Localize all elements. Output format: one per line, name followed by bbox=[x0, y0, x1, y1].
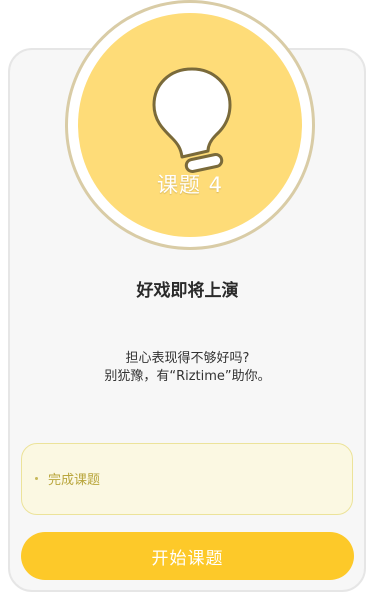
lesson-number-label: 课题 4 bbox=[156, 173, 224, 197]
page-title: 好戏即将上演 bbox=[136, 281, 239, 301]
lesson-screen: 课题 4 好戏即将上演 担心表现得不够好吗? 别犹豫，有“Riztime”助你。… bbox=[0, 0, 375, 600]
lesson-badge: 课题 4 bbox=[65, 0, 315, 250]
bullet-icon bbox=[35, 477, 38, 480]
description-line-1: 担心表现得不够好吗? bbox=[125, 351, 250, 366]
lightbulb-icon bbox=[152, 67, 232, 173]
lesson-badge-circle: 课题 4 bbox=[78, 13, 302, 237]
description-line-2: 别犹豫，有“Riztime”助你。 bbox=[104, 369, 271, 384]
task-item: 完成课题 bbox=[21, 443, 353, 515]
start-lesson-button[interactable]: 开始课题 bbox=[21, 532, 354, 580]
task-label: 完成课题 bbox=[48, 473, 101, 488]
lesson-description: 担心表现得不够好吗? 别犹豫，有“Riztime”助你。 bbox=[0, 350, 375, 386]
